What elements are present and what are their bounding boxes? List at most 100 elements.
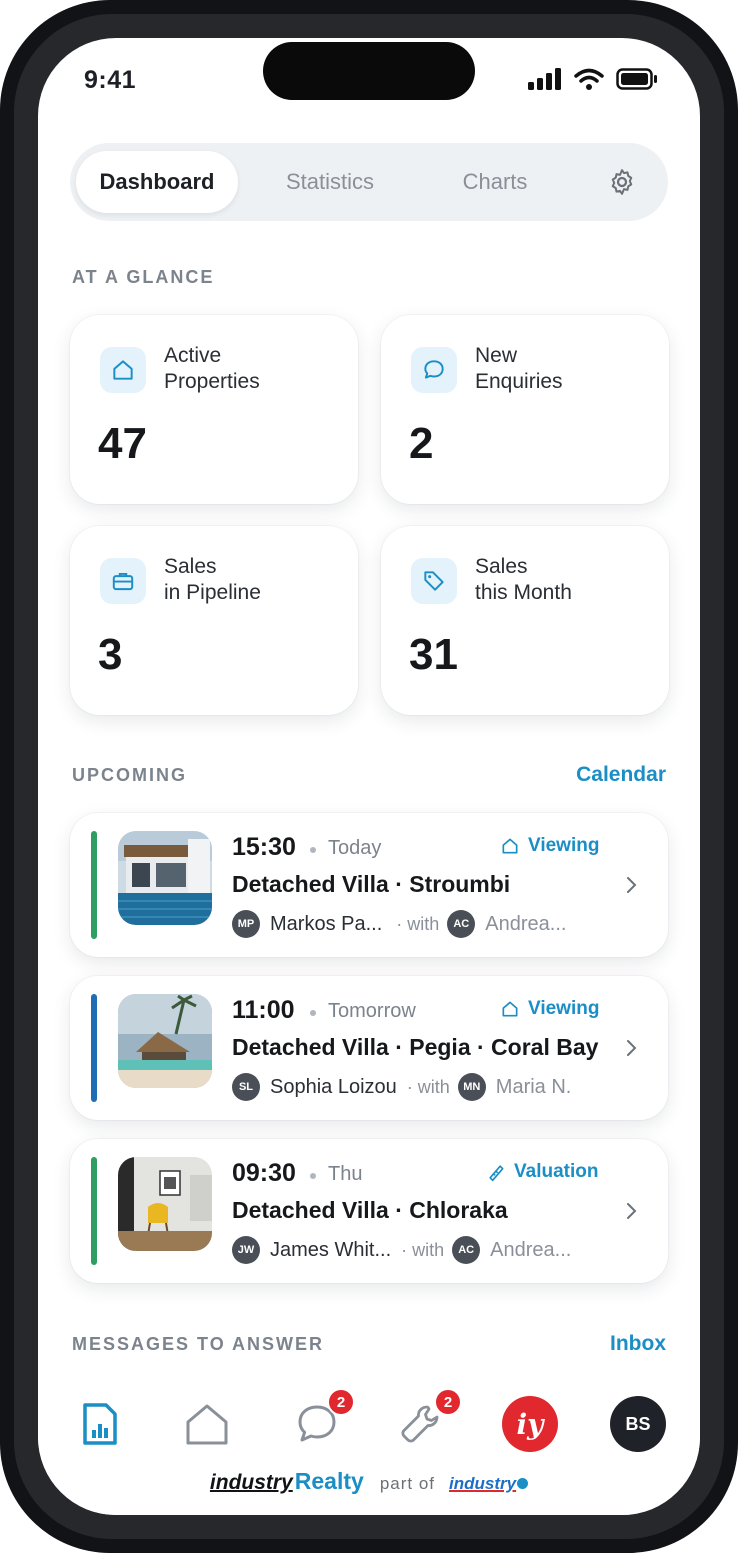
avatar: AC [447,910,476,938]
property-thumbnail-beach-hut [118,994,212,1088]
agent-name: Sophia Loizou [270,1075,397,1098]
calendar-link[interactable]: Calendar [576,763,666,787]
appointment-type-label: Viewing [528,998,600,1019]
stat-label: Active Properties [164,344,260,393]
report-icon [83,1403,117,1445]
avatar: SL [232,1073,260,1101]
chevron-right-icon [627,877,637,893]
upcoming-heading: UPCOMING [72,765,187,785]
stat-value: 2 [409,419,434,468]
house-icon [186,1404,228,1445]
nav-profile[interactable]: BS [608,1394,668,1454]
appointment-card[interactable]: 11:00 Tomorrow Viewing Detached Villa · … [70,976,668,1120]
appointment-card[interactable]: 15:30 Today Viewing Detached Villa · Str… [70,813,668,957]
profile-avatar: BS [610,1396,666,1452]
appointment-type-label: Viewing [528,835,600,856]
stat-card-new-enquiries[interactable]: New Enquiries 2 [381,315,669,504]
wifi-icon [574,68,604,90]
nav-industry[interactable]: iy [500,1394,560,1454]
wrench-icon [401,1405,439,1443]
ruler-pencil-icon [489,1165,504,1182]
tab-dashboard[interactable]: Dashboard [76,151,238,213]
appointment-title: Detached Villa · Pegia · Coral Bay [232,1034,599,1060]
appointment-time: 15:30 [232,833,296,861]
appointment-type-label: Valuation [514,1161,599,1182]
appointment-type: Viewing [500,998,599,1020]
dashboard-tab-bar: Dashboard Statistics Charts [70,143,668,221]
chevron-right-icon [627,1203,637,1219]
avatar: MP [232,910,260,938]
dynamic-island [263,42,475,100]
appointment-people: JW James Whit... · with AC Andrea... [232,1235,571,1265]
stat-value: 3 [98,630,123,679]
appointment-day: Thu [328,1163,363,1185]
separator-dot [310,1173,316,1179]
status-bar-green [91,1157,97,1265]
tag-icon [411,558,457,604]
appointment-day: Tomorrow [328,1000,416,1022]
parent-brand-wordmark: industry [449,1474,517,1493]
appointment-type: Valuation [486,1161,598,1183]
notification-badge: 2 [434,1388,462,1416]
industry-logo-icon: iy [502,1396,558,1452]
stat-label: New Enquiries [475,344,563,393]
battery-icon [616,68,657,90]
brand-industry-wordmark: industry [209,1471,293,1494]
agent-name: James Whit... [270,1238,392,1261]
status-bar-blue [91,994,97,1102]
house-icon [100,347,146,393]
appointment-type: Viewing [500,835,599,857]
stat-card-active-properties[interactable]: Active Properties 47 [70,315,358,504]
stat-card-sales-this-month[interactable]: Sales this Month 31 [381,526,669,715]
stat-value: 47 [98,419,147,468]
appointment-day: Today [328,837,382,859]
messages-heading: MESSAGES TO ANSWER [72,1334,325,1354]
avatar: AC [452,1236,481,1264]
briefcase-icon [100,558,146,604]
nav-messages[interactable]: 2 [287,1388,355,1454]
tab-charts[interactable]: Charts [430,151,560,213]
status-time: 9:41 [84,66,137,94]
avatar: JW [232,1236,260,1264]
property-thumbnail-villa-pool [118,831,212,925]
appointment-time: 11:00 [232,996,295,1024]
avatar: MN [457,1073,486,1101]
with-label: · with [396,913,440,934]
stat-label: Sales this Month [475,555,572,604]
property-thumbnail-interior [118,1157,212,1251]
house-icon [502,1001,518,1017]
nav-tools[interactable]: 2 [390,1388,462,1454]
appointment-title: Detached Villa · Stroumbi [232,871,511,897]
tab-statistics[interactable]: Statistics [256,151,404,213]
brand-dot-icon [517,1478,529,1489]
separator-dot [310,847,316,853]
app-screen: 9:41 Dashboard Statistics Charts AT A GL… [38,38,700,1515]
with-label: · with [401,1239,445,1260]
status-icons [528,68,658,90]
with-label: · with [406,1076,450,1097]
status-bar-green [91,831,97,939]
house-icon [502,838,518,854]
stat-label: Sales in Pipeline [164,555,261,604]
client-name: Andrea... [490,1238,572,1261]
nav-properties[interactable] [177,1394,237,1454]
agent-name: Markos Pa... [270,912,383,935]
stat-card-sales-in-pipeline[interactable]: Sales in Pipeline 3 [70,526,358,715]
notification-badge: 2 [327,1388,355,1416]
appointment-time: 09:30 [232,1159,296,1187]
chevron-right-icon [627,1040,637,1056]
gear-icon[interactable] [607,167,637,197]
bottom-nav: 2 2 iy BS [38,1384,700,1464]
inbox-link[interactable]: Inbox [610,1332,666,1356]
brand-realty-wordmark: Realty [294,1468,364,1494]
nav-reports[interactable] [70,1394,130,1454]
appointment-card[interactable]: 09:30 Thu Valuation Detached Villa · Chl… [70,1139,668,1283]
separator-dot [310,1010,316,1016]
stat-value: 31 [409,630,458,679]
appointment-people: SL Sophia Loizou · with MN Maria N. [232,1072,571,1102]
chat-bubble-icon [411,347,457,393]
signal-icon [528,68,561,90]
at-a-glance-heading: AT A GLANCE [72,267,215,287]
client-name: Maria N. [495,1075,572,1098]
part-of-label: part of [379,1474,436,1493]
